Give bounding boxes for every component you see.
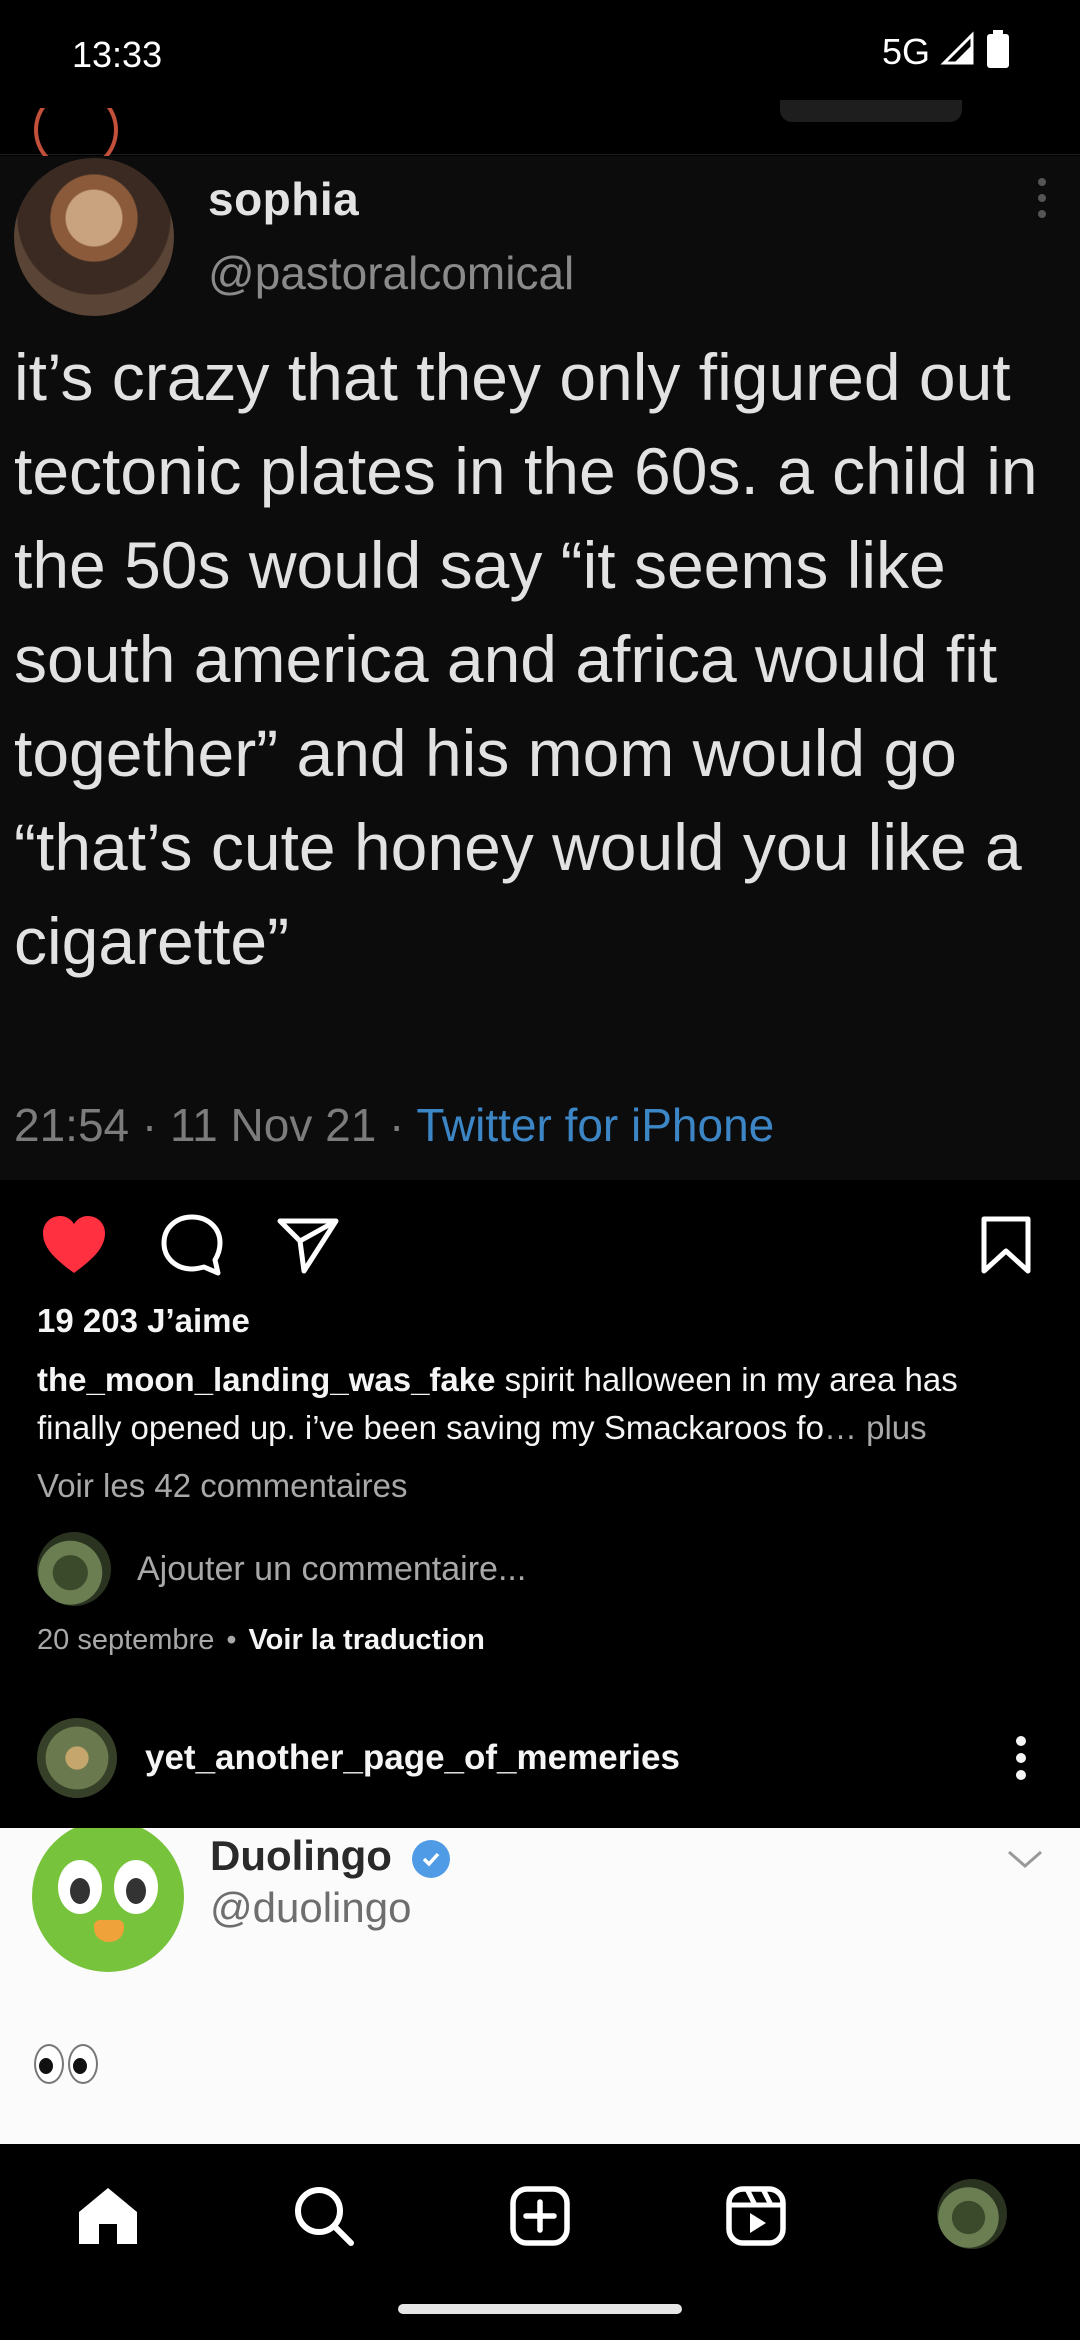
nav-search[interactable]: [284, 2176, 364, 2256]
eyes-emoji-icon: [34, 2044, 104, 2084]
caption-username[interactable]: the_moon_landing_was_fake: [37, 1361, 495, 1398]
tweet-author-handle: @pastoralcomical: [208, 247, 575, 299]
previous-post-follow-button[interactable]: [780, 100, 962, 122]
chevron-down-icon: [1005, 1848, 1045, 1877]
add-comment-input[interactable]: Ajouter un commentaire...: [137, 1550, 526, 1589]
caption-ellipsis: …: [823, 1409, 857, 1446]
status-bar: 13:33 5G: [0, 0, 1080, 105]
tweet-timestamp: 21:54 · 11 Nov 21 ·: [14, 1099, 417, 1151]
network-type: 5G: [881, 30, 930, 72]
post-date: 20 septembre: [37, 1624, 215, 1656]
status-time: 13:33: [72, 34, 163, 75]
post-caption: the_moon_landing_was_fake spirit hallowe…: [37, 1356, 1047, 1452]
battery-icon: [986, 30, 1010, 73]
likes-count[interactable]: 19 203 J’aime: [37, 1302, 250, 1340]
instagram-feed-screen: 13:33 5G sophia @pastoralcomical it’s cr…: [0, 0, 1080, 2340]
save-button[interactable]: [966, 1205, 1046, 1285]
avatar: [37, 1532, 111, 1606]
tweet-more-icon: [1038, 178, 1046, 226]
see-translation-link[interactable]: Voir la traduction: [248, 1624, 484, 1656]
next-post-avatar[interactable]: [37, 1718, 117, 1798]
share-button[interactable]: [268, 1205, 348, 1285]
comment-button[interactable]: [152, 1205, 232, 1285]
home-icon: [79, 2188, 137, 2244]
nav-create[interactable]: [500, 2176, 580, 2256]
comment-icon: [161, 1214, 223, 1276]
tweet-author-name: sophia: [208, 173, 360, 225]
status-icons: 5G: [882, 30, 1010, 73]
post-actions: [0, 1205, 1080, 1285]
more-options-icon[interactable]: [1016, 1736, 1028, 1780]
signal-icon: [940, 31, 976, 72]
tweet-avatar: [14, 158, 174, 316]
separator-dot: •: [226, 1624, 237, 1656]
next-tweet-author-handle: @duolingo: [210, 1884, 412, 1931]
tweet-source: Twitter for iPhone: [416, 1099, 775, 1151]
caption-more-link[interactable]: plus: [857, 1409, 927, 1446]
send-icon: [277, 1218, 339, 1274]
tweet-text: it’s crazy that they only figured out te…: [14, 340, 1038, 978]
next-post-username[interactable]: yet_another_page_of_memeries: [145, 1738, 680, 1778]
view-comments-link[interactable]: Voir les 42 commentaires: [37, 1467, 408, 1505]
heart-icon: [43, 1216, 105, 1273]
next-post-image[interactable]: Duolingo @duolingo: [0, 1828, 1080, 2144]
search-icon: [295, 2187, 354, 2246]
next-tweet-author-name: Duolingo: [210, 1832, 392, 1879]
bookmark-icon: [981, 1216, 1031, 1274]
nav-profile-avatar[interactable]: [937, 2179, 1007, 2249]
duolingo-avatar: [32, 1828, 184, 1972]
reels-icon: [726, 2186, 786, 2246]
nav-reels[interactable]: [716, 2176, 796, 2256]
post-date-line: 20 septembre • Voir la traduction: [37, 1624, 485, 1657]
tweet-meta: 21:54 · 11 Nov 21 · Twitter for iPhone: [14, 1098, 774, 1152]
like-button[interactable]: [34, 1205, 114, 1285]
home-indicator[interactable]: [398, 2304, 682, 2314]
nav-home[interactable]: [68, 2176, 148, 2256]
verified-icon: [412, 1840, 450, 1878]
plus-square-icon: [510, 2186, 570, 2246]
